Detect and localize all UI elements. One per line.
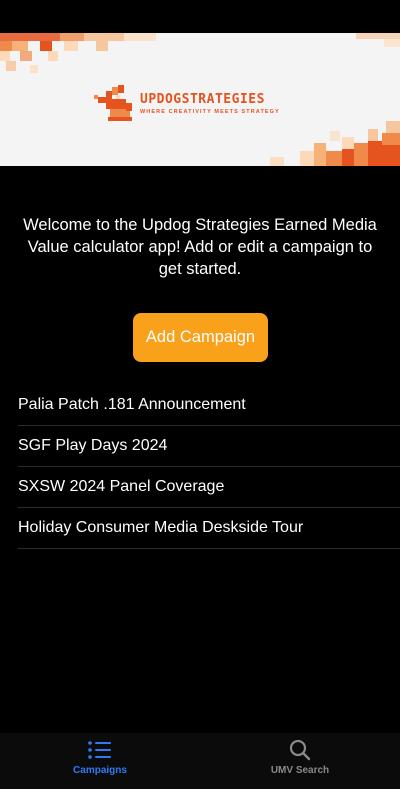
header-banner: UPDOGSTRATEGIES WHERE CREATIVITY MEETS S…	[0, 33, 400, 166]
brand-name: UPDOGSTRATEGIES	[140, 91, 265, 107]
brand-tagline: WHERE CREATIVITY MEETS STRATEGY	[140, 108, 280, 115]
search-icon	[289, 739, 311, 761]
campaign-item[interactable]: SXSW 2024 Panel Coverage	[18, 467, 400, 508]
tab-label: Campaigns	[73, 765, 127, 776]
campaign-list: Palia Patch .181 Announcement SGF Play D…	[18, 385, 400, 549]
tab-umv-search[interactable]: UMV Search	[200, 733, 400, 789]
app-screen: UPDOGSTRATEGIES WHERE CREATIVITY MEETS S…	[0, 0, 400, 789]
welcome-message: Welcome to the Updog Strategies Earned M…	[23, 216, 377, 278]
campaign-item[interactable]: Holiday Consumer Media Deskside Tour	[18, 508, 400, 549]
tab-campaigns[interactable]: Campaigns	[0, 733, 200, 789]
tab-label: UMV Search	[270, 765, 330, 776]
dog-logo-icon	[94, 85, 132, 121]
brand-logo: UPDOGSTRATEGIES WHERE CREATIVITY MEETS S…	[92, 83, 322, 123]
campaign-item[interactable]: Palia Patch .181 Announcement	[18, 385, 400, 426]
add-campaign-button[interactable]: Add Campaign	[133, 313, 268, 362]
campaign-item[interactable]: SGF Play Days 2024	[18, 426, 400, 467]
list-icon	[88, 741, 111, 759]
tab-bar: Campaigns UMV Search	[0, 733, 400, 789]
